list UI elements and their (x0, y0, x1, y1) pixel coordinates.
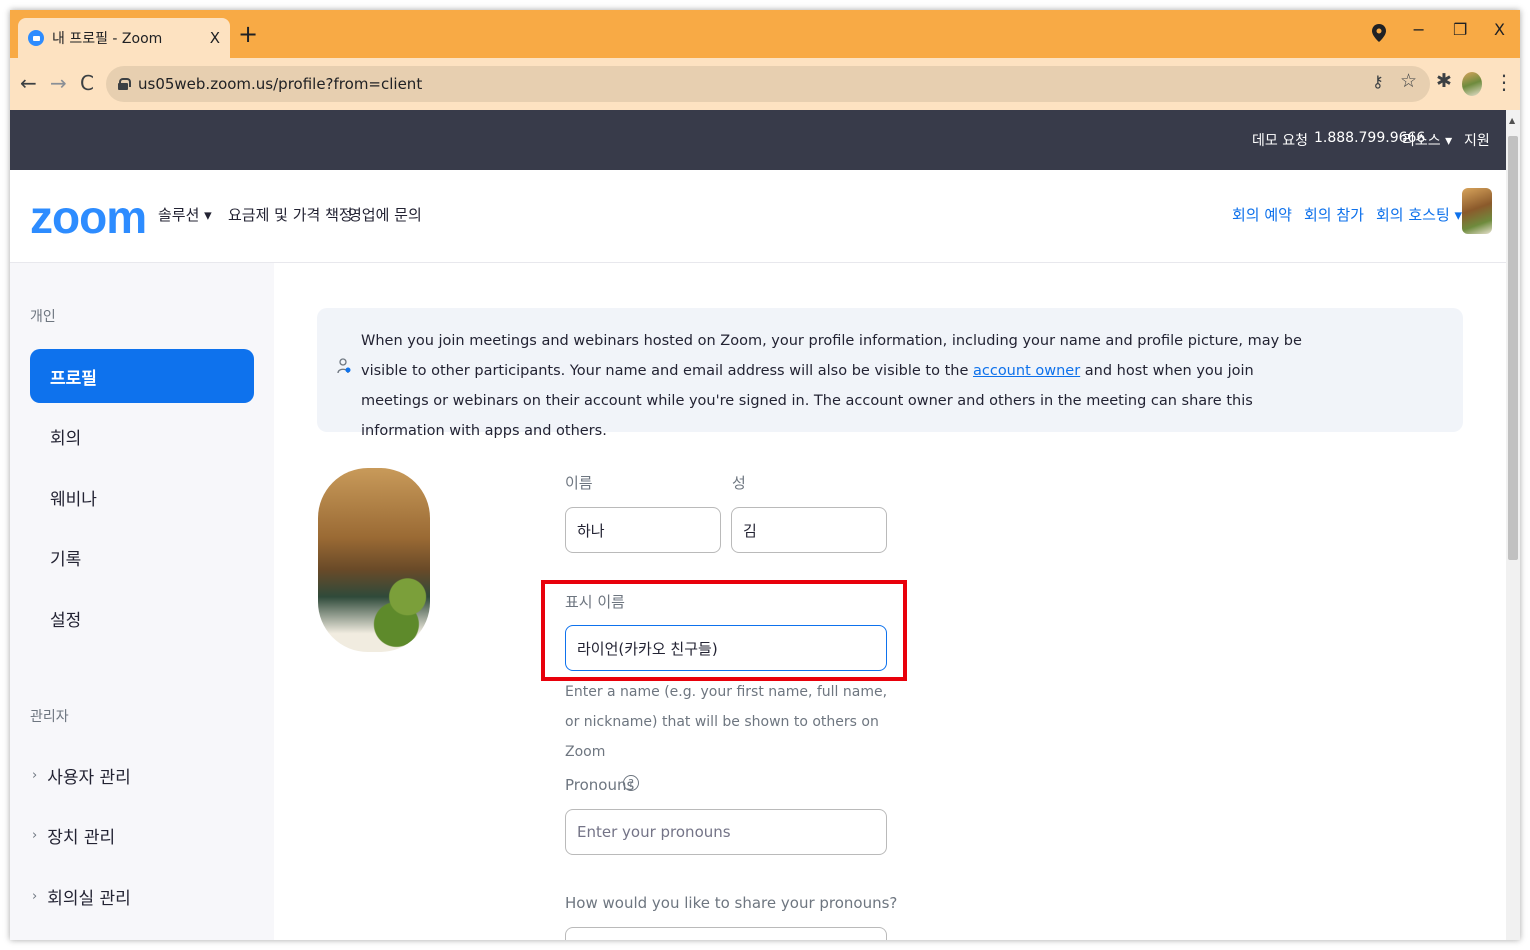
resources-menu[interactable]: 리소스 ▾ (1402, 130, 1452, 150)
tab-close-icon[interactable]: X (210, 29, 220, 47)
host-meeting-menu[interactable]: 회의 호스팅 ▾ (1376, 204, 1462, 225)
sidebar-item-label: 사용자 관리 (47, 768, 131, 788)
profile-picture[interactable] (318, 468, 430, 652)
zoom-logo[interactable]: zoom (30, 190, 147, 244)
sidebar-item-device-management[interactable]: › 장치 관리 (32, 823, 115, 848)
chevron-right-icon: › (32, 889, 38, 904)
bookmark-star-icon[interactable]: ☆ (1400, 70, 1417, 92)
first-name-input[interactable] (565, 507, 721, 553)
forward-button[interactable]: → (50, 72, 67, 94)
sidebar-item-label: 장치 관리 (47, 828, 116, 848)
profile-avatar-icon[interactable] (1462, 72, 1482, 96)
browser-tab[interactable]: 내 프로필 - Zoom X (18, 18, 230, 58)
address-bar-row: ← → C us05web.zoom.us/profile?from=clien… (10, 58, 1520, 110)
minimize-button[interactable]: − (1412, 20, 1425, 39)
browser-menu-icon[interactable]: ⋮ (1494, 70, 1514, 94)
scroll-up-arrow-icon[interactable]: ▲ (1509, 116, 1515, 125)
join-meeting-link[interactable]: 회의 참가 (1304, 204, 1364, 225)
chevron-right-icon: › (32, 768, 38, 783)
notice-text: When you join meetings and webinars host… (361, 326, 1321, 446)
sidebar-item-webinars[interactable]: 웨비나 (30, 470, 254, 524)
page-scrollbar[interactable]: ▲ (1506, 110, 1520, 940)
last-name-label: 성 (732, 474, 746, 492)
first-name-label: 이름 (565, 474, 593, 492)
sidebar: 개인 프로필 회의 웨비나 기록 설정 관리자 › 사용자 관리 › 장치 관리… (10, 263, 274, 940)
admin-heading: 관리자 (30, 709, 69, 725)
last-name-input[interactable] (731, 507, 887, 553)
request-demo-link[interactable]: 데모 요청 (1252, 130, 1308, 150)
support-link[interactable]: 지원 (1464, 130, 1490, 150)
account-owner-link[interactable]: account owner (973, 363, 1080, 379)
tab-title: 내 프로필 - Zoom (52, 31, 163, 47)
display-name-helper-text: Enter a name (e.g. your first name, full… (565, 684, 888, 760)
url-text[interactable]: us05web.zoom.us/profile?from=client (138, 75, 422, 93)
share-pronouns-label: How would you like to share your pronoun… (565, 894, 898, 912)
reload-button[interactable]: C (80, 72, 94, 94)
location-pin-icon[interactable] (1372, 24, 1386, 42)
sidebar-item-recordings[interactable]: 기록 (30, 530, 254, 584)
sidebar-item-profile[interactable]: 프로필 (30, 349, 254, 403)
back-button[interactable]: ← (20, 72, 37, 94)
extensions-icon[interactable]: ✱ (1436, 70, 1452, 92)
zoom-header: zoom 솔루션 ▾ 요금제 및 가격 책정 영업에 문의 회의 예약 회의 참… (10, 170, 1506, 263)
pronouns-input[interactable] (565, 809, 887, 855)
sidebar-item-meetings[interactable]: 회의 (30, 409, 254, 463)
help-question-icon[interactable]: ? (623, 775, 639, 791)
restore-button[interactable]: ❐ (1453, 20, 1467, 39)
display-name-highlight-box (541, 580, 907, 681)
privacy-notice: When you join meetings and webinars host… (317, 308, 1463, 439)
plans-pricing-link[interactable]: 요금제 및 가격 책정 (228, 204, 353, 225)
zoom-favicon-icon (28, 30, 44, 46)
tab-bar: 내 프로필 - Zoom X + − ❐ X (10, 10, 1520, 58)
share-pronouns-select[interactable] (565, 927, 887, 940)
personal-heading: 개인 (30, 309, 56, 325)
sidebar-item-settings[interactable]: 설정 (30, 591, 254, 645)
user-privacy-icon (337, 358, 351, 374)
solutions-menu[interactable]: 솔루션 ▾ (158, 204, 212, 225)
window-close-button[interactable]: X (1494, 20, 1505, 39)
chevron-right-icon: › (32, 828, 38, 843)
sidebar-item-room-management[interactable]: › 회의실 관리 (32, 884, 131, 909)
sidebar-item-user-management[interactable]: › 사용자 관리 (32, 763, 131, 788)
browser-window: 내 프로필 - Zoom X + − ❐ X ← → C us05web.zoo… (10, 10, 1520, 940)
sidebar-item-label: 회의실 관리 (47, 889, 131, 909)
contact-sales-link[interactable]: 영업에 문의 (348, 204, 422, 225)
new-tab-button[interactable]: + (238, 22, 258, 46)
lock-icon[interactable] (118, 78, 131, 90)
schedule-meeting-link[interactable]: 회의 예약 (1232, 204, 1292, 225)
key-icon[interactable]: ⚷ (1372, 72, 1384, 91)
user-avatar[interactable] (1462, 188, 1492, 234)
scroll-thumb[interactable] (1508, 136, 1518, 560)
zoom-top-bar: 데모 요청 1.888.799.9666 리소스 ▾ 지원 (10, 110, 1506, 170)
omnibox[interactable]: us05web.zoom.us/profile?from=client (106, 66, 1430, 102)
